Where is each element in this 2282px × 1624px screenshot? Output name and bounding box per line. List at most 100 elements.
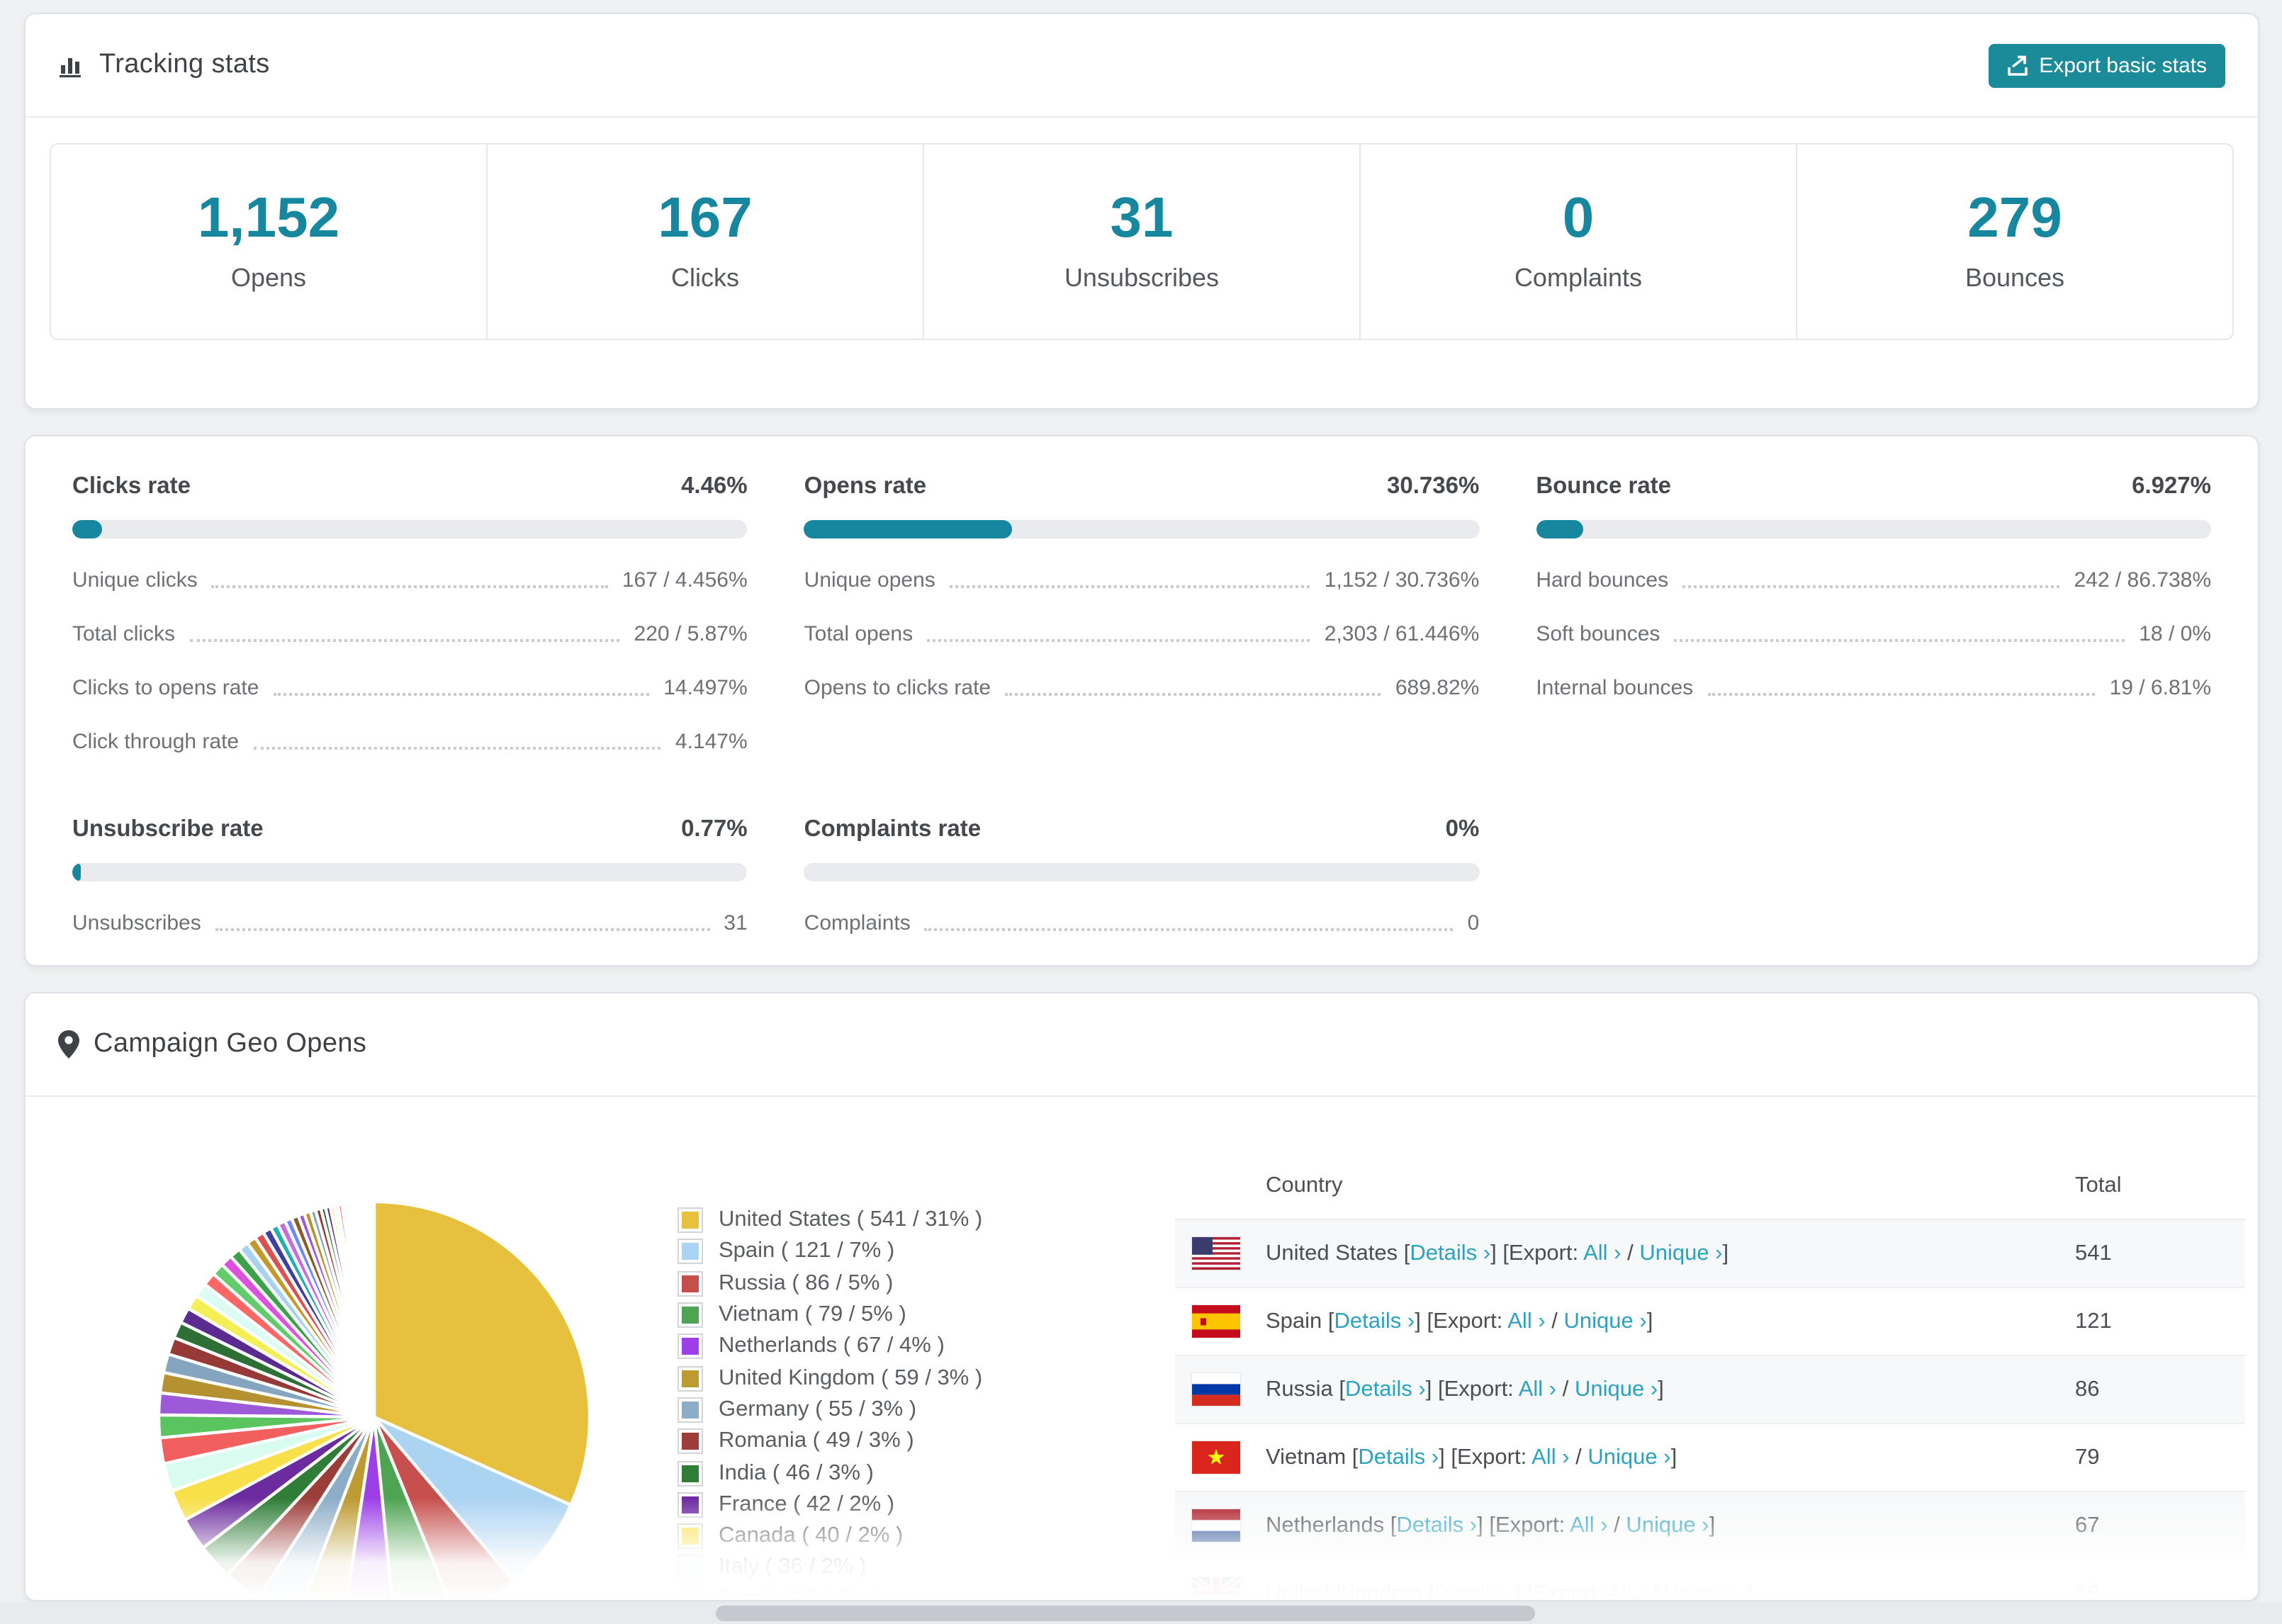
rate-stat-row: Clicks to opens rate 14.497% [72, 676, 748, 700]
country-cell: Spain [Details ›] [Export: All › / Uniqu… [1266, 1309, 2075, 1334]
horizontal-scrollbar-thumb[interactable] [716, 1606, 1535, 1621]
legend-swatch-color [682, 1275, 699, 1292]
legend-item-canada[interactable]: Canada ( 40 / 2% ) [678, 1521, 982, 1552]
legend-item-italy[interactable]: Italy ( 36 / 2% ) [678, 1552, 982, 1584]
legend-item-russia[interactable]: Russia ( 86 / 5% ) [678, 1268, 982, 1299]
country-name: Spain [1266, 1309, 1328, 1333]
legend-item-france[interactable]: France ( 42 / 2% ) [678, 1489, 982, 1521]
table-row-gb: United Kingdom [Details ›] [Export: All … [1175, 1560, 2245, 1601]
legend-item-spain[interactable]: Spain ( 121 / 7% ) [678, 1236, 982, 1268]
tracking-stats-card: Tracking stats Export basic stats 1,152 O… [24, 13, 2259, 410]
legend-item-vietnam[interactable]: Vietnam ( 79 / 5% ) [678, 1299, 982, 1331]
legend-swatch-color [682, 1559, 699, 1577]
details-link[interactable]: Details › [1334, 1309, 1415, 1333]
rate-progress-fill [804, 520, 1012, 538]
export-prefix: [Export: [1451, 1445, 1532, 1469]
rate-head: Clicks rate 4.46% [72, 473, 748, 500]
geo-header: Campaign Geo Opens [26, 993, 2258, 1097]
export-all-link[interactable]: All › [1531, 1445, 1569, 1469]
rate-stat-value: 1,152 / 30.736% [1324, 568, 1480, 592]
legend-swatch [678, 1270, 703, 1297]
export-all-link[interactable]: All › [1507, 1309, 1545, 1333]
rate-stat-label: Total clicks [72, 622, 176, 646]
pie-slice-other[interactable] [371, 1200, 376, 1418]
rate-stat-value: 19 / 6.81% [2109, 676, 2211, 700]
country-name: Vietnam [1266, 1445, 1352, 1469]
table-row-nl: Netherlands [Details ›] [Export: All › /… [1175, 1492, 2245, 1560]
legend-item-netherlands[interactable]: Netherlands ( 67 / 4% ) [678, 1331, 982, 1363]
export-unique-link[interactable]: Unique › [1575, 1377, 1658, 1401]
rate-title: Complaints rate [804, 816, 982, 842]
geo-country-table: Country Total United States [Details ›] [E… [1175, 1154, 2245, 1601]
rate-stat-label: Click through rate [72, 730, 240, 754]
export-basic-stats-button[interactable]: Export basic stats [1988, 43, 2225, 87]
column-header-total: Total [2075, 1173, 2122, 1197]
rate-stat-value: 689.82% [1395, 676, 1480, 700]
stat-value: 279 [1967, 187, 2062, 249]
tracking-stats-page: Tracking stats Export basic stats 1,152 O… [0, 0, 2282, 1624]
total-cell: 79 [2075, 1445, 2100, 1469]
rate-stat-value: 167 / 4.456% [622, 568, 748, 592]
export-unique-link[interactable]: Unique › [1564, 1309, 1647, 1333]
country-name: United Kingdom [1266, 1581, 1429, 1601]
rate-stat-value: 242 / 86.738% [2074, 568, 2212, 592]
legend-swatch-color [682, 1307, 699, 1324]
stat-value: 1,152 [197, 187, 340, 249]
export-all-link[interactable]: All › [1608, 1581, 1646, 1600]
export-unique-link[interactable]: Unique › [1664, 1581, 1747, 1600]
geo-title: Campaign Geo Opens [94, 1029, 367, 1059]
export-unique-link[interactable]: Unique › [1587, 1445, 1670, 1469]
stat-label: Clicks [671, 264, 739, 292]
dotted-leader [927, 639, 1310, 642]
rate-rows: Unique opens 1,152 / 30.736% Total opens 2,… [804, 568, 1480, 700]
legend-label: Spain ( 121 / 7% ) [719, 1239, 895, 1263]
rate-stat-value: 4.147% [675, 730, 748, 754]
rate-block-opens-rate: Opens rate 30.736% Unique opens 1,152 / 30.… [804, 473, 1480, 700]
legend-item-germany[interactable]: Germany ( 55 / 3% ) [678, 1394, 982, 1426]
details-link[interactable]: Details › [1410, 1241, 1490, 1265]
stat-value: 167 [658, 187, 753, 249]
rate-progress-bar [804, 520, 1480, 538]
legend-swatch-color [682, 1433, 699, 1450]
details-link[interactable]: Details › [1396, 1513, 1477, 1537]
legend-swatch-color [682, 1401, 699, 1419]
details-link[interactable]: Details › [1434, 1581, 1515, 1600]
us-flag-icon [1192, 1237, 1240, 1270]
export-unique-link[interactable]: Unique › [1626, 1513, 1709, 1537]
details-link[interactable]: Details › [1345, 1377, 1426, 1401]
vn-flag-icon [1192, 1441, 1240, 1474]
legend-item-united-states[interactable]: United States ( 541 / 31% ) [678, 1205, 982, 1236]
column-header-country: Country [1266, 1173, 1343, 1197]
rate-stat-row: Internal bounces 19 / 6.81% [1536, 676, 2211, 700]
dotted-leader [1005, 693, 1381, 696]
bracket: [ [1428, 1581, 1434, 1601]
geo-opens-pie-chart[interactable] [150, 1193, 598, 1601]
export-all-link[interactable]: All › [1583, 1241, 1621, 1265]
legend-item-brazil[interactable]: Brazil ( 33 / 2% ) [678, 1584, 982, 1600]
rate-progress-fill [72, 863, 81, 881]
rate-stat-label: Opens to clicks rate [804, 676, 991, 700]
export-all-link[interactable]: All › [1519, 1377, 1556, 1401]
dotted-leader [189, 639, 620, 642]
legend-label: Russia ( 86 / 5% ) [719, 1270, 894, 1295]
page-title: Tracking stats [99, 50, 270, 79]
bracket: ] [1477, 1513, 1490, 1537]
bracket: ] [1658, 1377, 1664, 1401]
legend-swatch-color [682, 1338, 699, 1355]
rate-block-clicks-rate: Clicks rate 4.46% Unique clicks 167 / 4.456… [72, 473, 748, 754]
total-cell: 86 [2075, 1377, 2100, 1401]
bracket: ] [1439, 1445, 1451, 1469]
legend-item-india[interactable]: India ( 46 / 3% ) [678, 1457, 982, 1489]
export-all-link[interactable]: All › [1570, 1513, 1607, 1537]
country-cell: Netherlands [Details ›] [Export: All › /… [1266, 1513, 2075, 1538]
rate-value: 4.46% [681, 473, 748, 499]
legend-item-united-kingdom[interactable]: United Kingdom ( 59 / 3% ) [678, 1363, 982, 1394]
bar-chart-icon [58, 52, 85, 79]
legend-item-romania[interactable]: Romania ( 49 / 3% ) [678, 1426, 982, 1457]
details-link[interactable]: Details › [1358, 1445, 1439, 1469]
slash: / [1556, 1377, 1575, 1401]
rate-stat-value: 31 [724, 911, 748, 935]
rate-rows: Complaints 0 [804, 911, 1480, 935]
export-unique-link[interactable]: Unique › [1639, 1241, 1722, 1265]
rate-stat-value: 2,303 / 61.446% [1324, 622, 1480, 646]
